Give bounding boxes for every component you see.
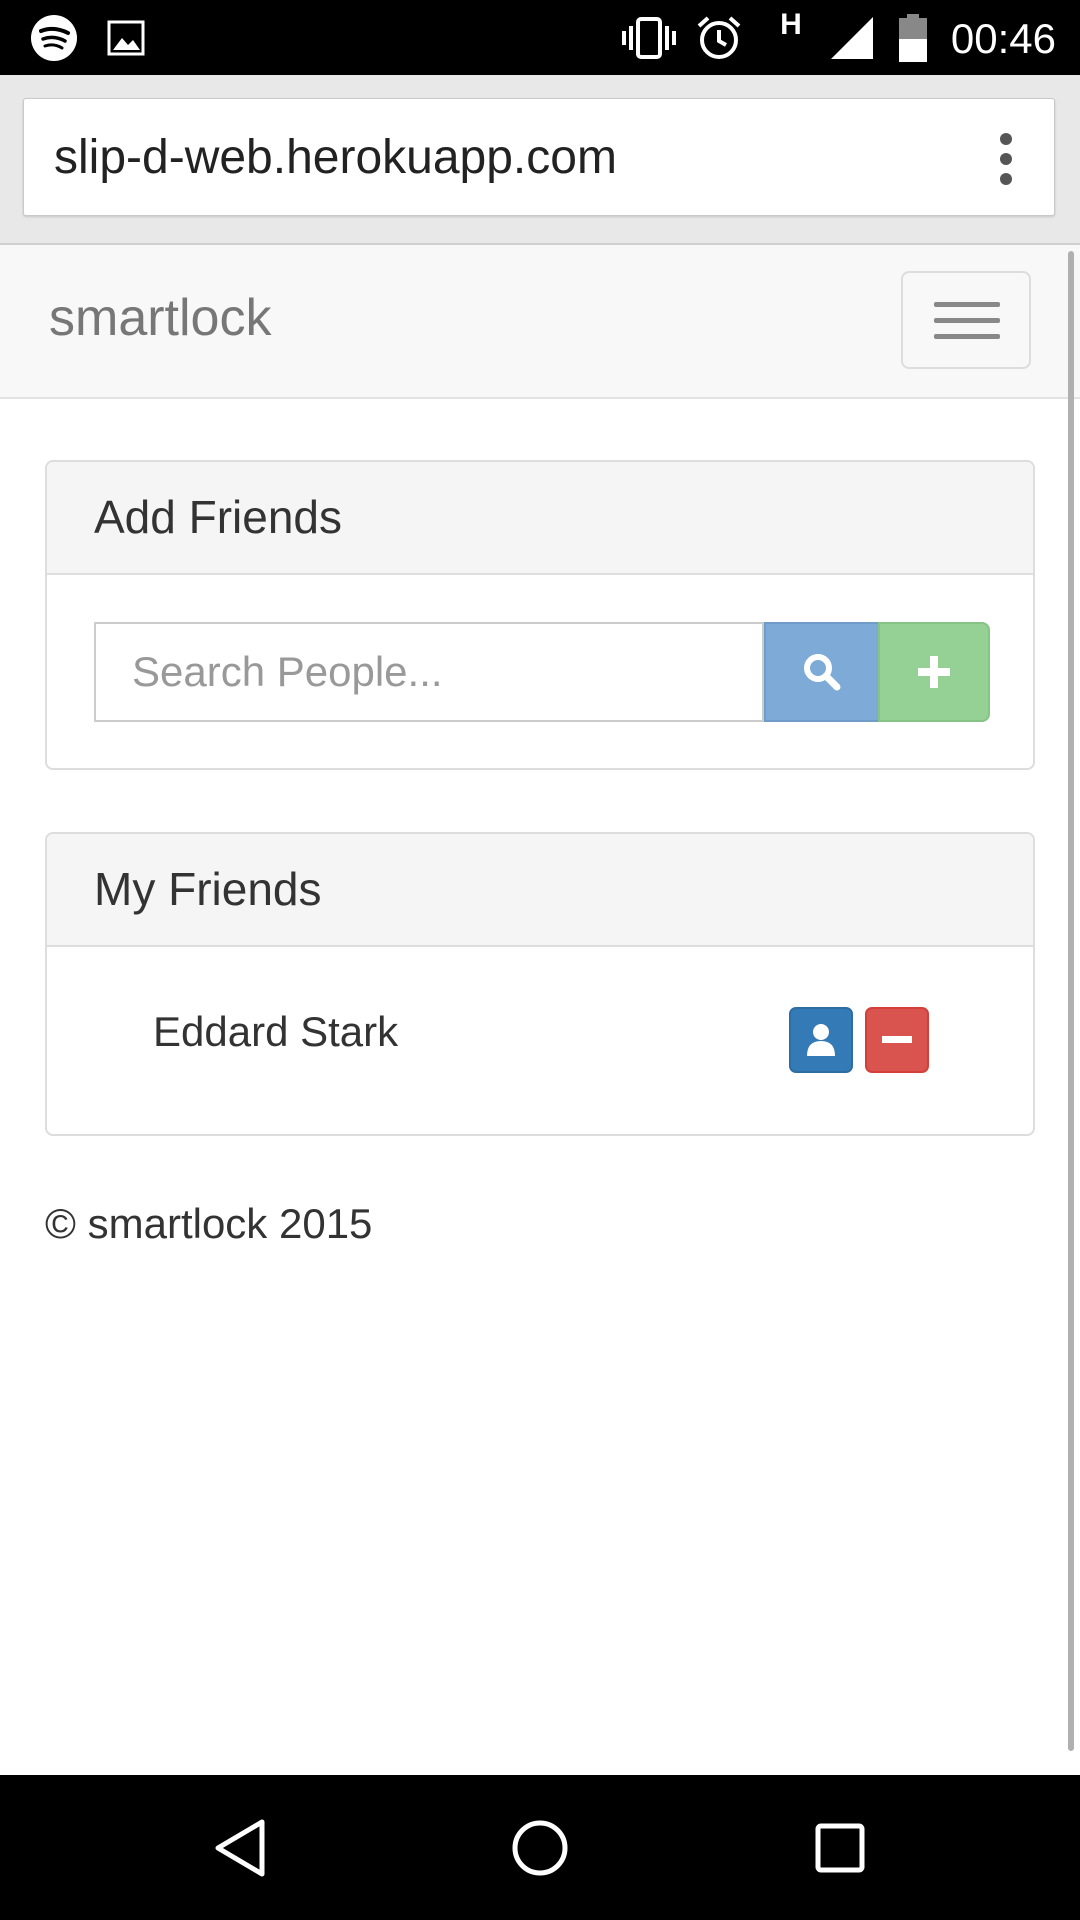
nav-toggle-button[interactable] — [901, 271, 1031, 369]
add-friends-panel: Add Friends — [45, 460, 1035, 770]
home-icon[interactable] — [480, 1775, 600, 1920]
site-navbar: smartlock — [0, 245, 1080, 399]
alarm-icon — [694, 0, 744, 75]
hamburger-icon — [934, 302, 1000, 307]
back-icon[interactable] — [180, 1775, 300, 1920]
status-bar: H 00:46 — [0, 0, 1080, 75]
address-bar[interactable]: slip-d-web.herokuapp.com — [23, 98, 1055, 216]
footer-copyright: © smartlock 2015 — [45, 1200, 373, 1247]
page-scrollbar[interactable] — [1068, 251, 1074, 1751]
signal-icon — [828, 0, 876, 75]
my-friends-heading: My Friends — [47, 834, 1033, 947]
minus-icon — [882, 1036, 912, 1043]
site-brand[interactable]: smartlock — [49, 245, 271, 397]
remove-friend-button[interactable] — [865, 1007, 929, 1073]
system-nav-bar — [0, 1775, 1080, 1920]
network-type: H — [780, 8, 802, 41]
more-vert-icon[interactable] — [1000, 133, 1012, 185]
add-friends-heading: Add Friends — [47, 462, 1033, 575]
user-icon — [807, 1024, 835, 1056]
search-button[interactable] — [764, 622, 880, 722]
search-icon — [804, 654, 841, 691]
browser-toolbar: slip-d-web.herokuapp.com — [0, 75, 1080, 245]
add-friend-button[interactable] — [878, 622, 990, 722]
recents-icon[interactable] — [780, 1775, 900, 1920]
vibrate-icon — [620, 0, 678, 75]
clock: 00:46 — [950, 15, 1056, 62]
url-text[interactable]: slip-d-web.herokuapp.com — [54, 99, 617, 217]
image-icon — [104, 0, 148, 75]
friend-name: Eddard Stark — [153, 1008, 399, 1055]
plus-icon — [918, 656, 950, 688]
search-people-input[interactable] — [94, 622, 764, 722]
view-profile-button[interactable] — [789, 1007, 853, 1073]
spotify-icon — [28, 0, 80, 75]
battery-icon — [896, 0, 930, 75]
my-friends-panel: My Friends Eddard Stark — [45, 832, 1035, 1136]
web-page: smartlock Add Friends My Friends Eddard … — [0, 245, 1080, 1775]
